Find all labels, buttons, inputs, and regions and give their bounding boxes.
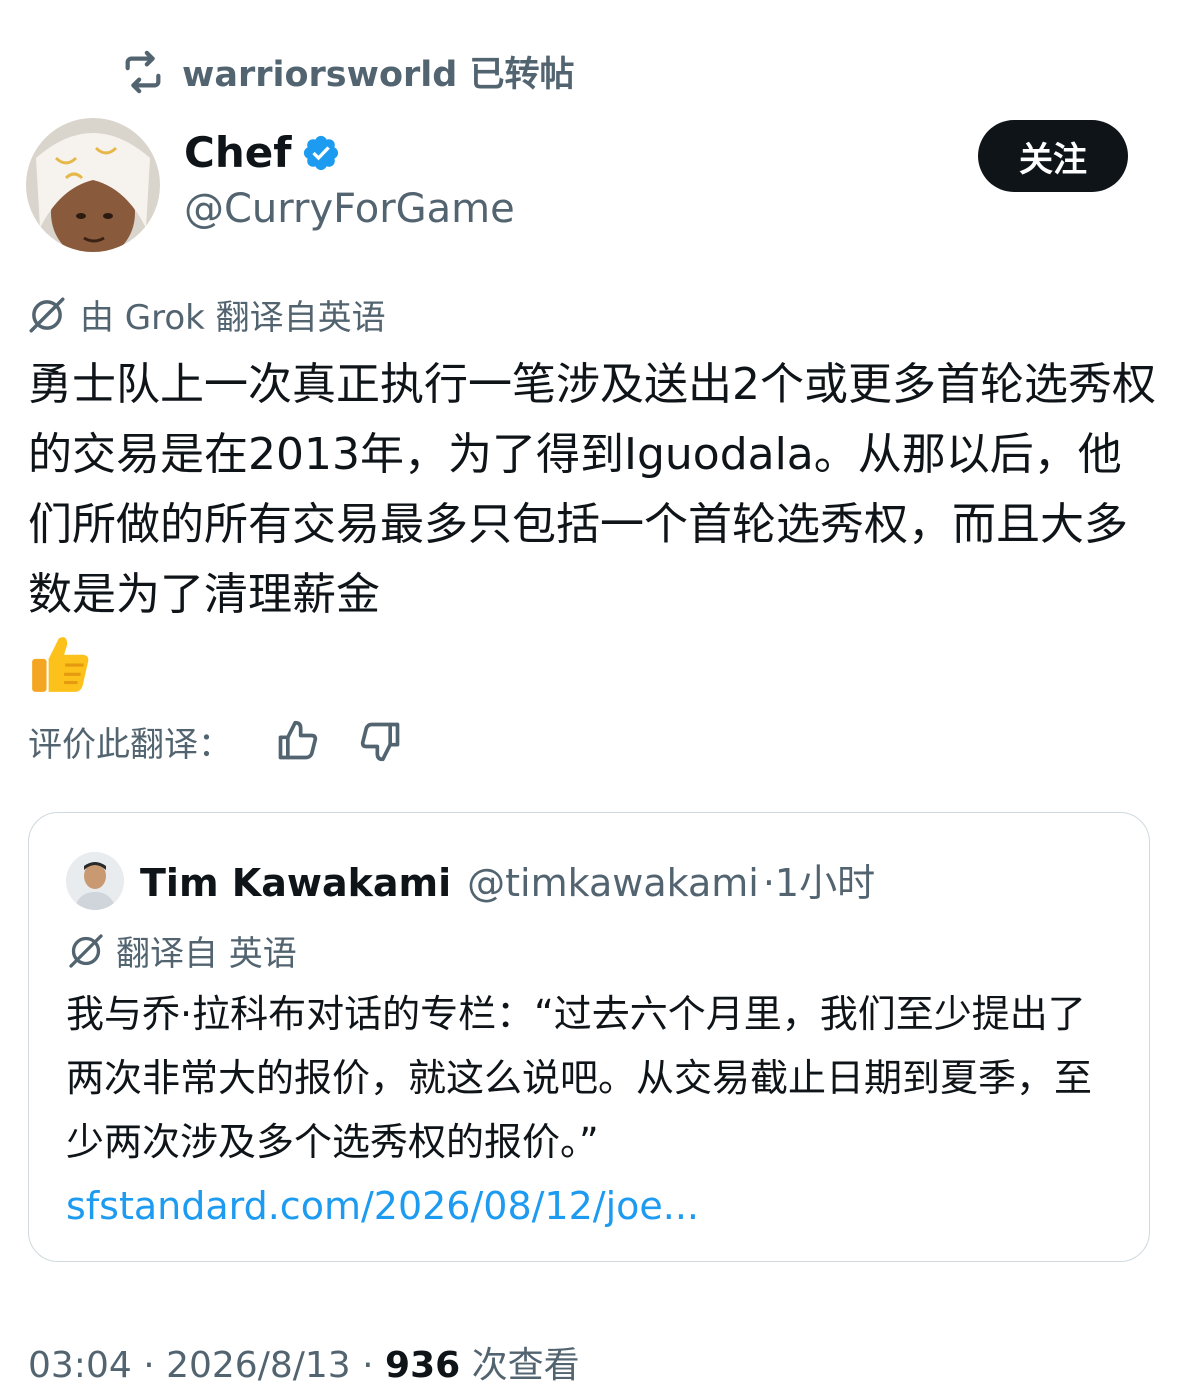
thumbs-down-icon — [360, 722, 400, 762]
rate-label: 评价此翻译： — [28, 724, 232, 765]
rate-up-button[interactable] — [272, 716, 322, 766]
thumbs-up-icon — [278, 720, 318, 760]
view-count: 936 — [385, 1345, 461, 1386]
rate-translation: 评价此翻译： — [28, 716, 406, 766]
author-handle[interactable]: @CurryForGame — [184, 186, 515, 232]
repost-icon — [125, 50, 161, 93]
avatar[interactable] — [26, 118, 160, 252]
thumbs-up-emoji-icon — [32, 637, 89, 692]
quoted-text-block: 我与乔·拉科布对话的专栏：“过去六个月里，我们至少提出了两次非常大的报价，就这么… — [66, 982, 1116, 1238]
tweet-timestamp[interactable]: 03:04 · 2026/8/13 · — [28, 1345, 374, 1386]
quoted-time: ·1小时 — [762, 861, 876, 905]
quoted-translation-note[interactable]: 翻译自 英语 — [66, 926, 297, 975]
tweet-footer: 03:04 · 2026/8/13 · 936 次查看 — [28, 1336, 580, 1388]
rate-down-button[interactable] — [356, 716, 406, 766]
translation-note-text: 由 Grok 翻译自英语 — [80, 298, 386, 338]
author-display-name: Chef — [184, 128, 292, 177]
quoted-avatar[interactable] — [66, 852, 124, 910]
follow-button[interactable]: 关注 — [978, 120, 1128, 192]
quoted-header: Tim Kawakami @timkawakami ·1小时 — [140, 852, 875, 907]
repost-header[interactable]: warriorsworld 已转帖 — [120, 46, 575, 97]
author-name[interactable]: Chef — [184, 128, 341, 177]
translation-note[interactable]: 由 Grok 翻译自英语 — [26, 290, 386, 339]
verified-badge-icon — [304, 135, 339, 170]
quoted-author-name[interactable]: Tim Kawakami — [140, 861, 451, 905]
grok-icon — [29, 297, 65, 332]
quoted-translation-text: 翻译自 英语 — [116, 934, 297, 974]
quoted-text: 我与乔·拉科布对话的专栏：“过去六个月里，我们至少提出了两次非常大的报价，就这么… — [66, 992, 1093, 1164]
quoted-link[interactable]: sfstandard.com/2026/08/12/joe... — [66, 1184, 699, 1228]
repost-text: warriorsworld 已转帖 — [182, 55, 575, 95]
tweet-text: 勇士队上一次真正执行一笔涉及送出2个或更多首轮选秀权的交易是在2013年，为了得… — [28, 359, 1156, 620]
view-label: 次查看 — [471, 1345, 580, 1386]
quoted-author-handle[interactable]: @timkawakami — [467, 861, 759, 905]
grok-icon — [69, 933, 103, 968]
